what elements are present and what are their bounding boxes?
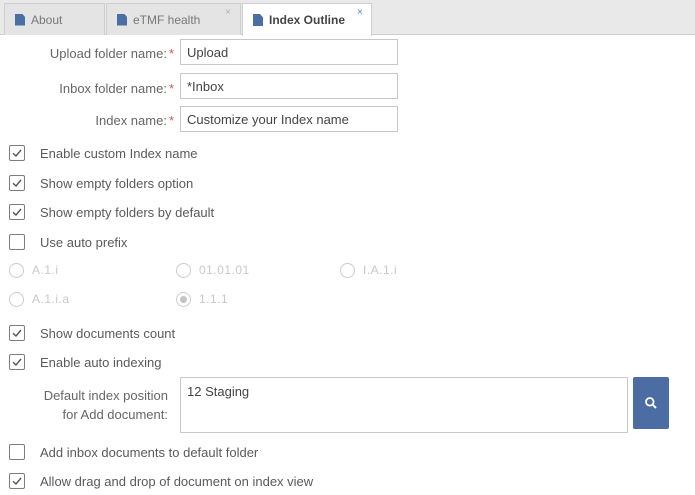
default-index-position-field[interactable]: 12 Staging: [180, 377, 628, 433]
radio-button[interactable]: [9, 291, 24, 307]
option-label: Show empty folders by default: [40, 204, 215, 220]
required-mark: *: [168, 113, 174, 128]
option-label: Add inbox documents to default folder: [40, 444, 259, 460]
required-mark: *: [168, 81, 174, 96]
index-name-input[interactable]: Customize your Index name: [180, 106, 398, 132]
inbox-folder-label: Inbox folder name: *: [10, 81, 174, 96]
checkbox[interactable]: [9, 444, 25, 460]
label-line: Default index position: [43, 388, 168, 403]
show-empty-folders-by-default-option[interactable]: Show empty folders by default: [9, 203, 214, 221]
index-name-value: Customize your Index name: [187, 111, 349, 127]
radio-button[interactable]: [340, 262, 355, 278]
check-icon: [12, 149, 22, 158]
tab-label: Index Outline: [269, 13, 346, 27]
document-icon: [117, 13, 127, 26]
prefix-format-radio[interactable]: A.1.i.a: [9, 291, 70, 307]
checkbox[interactable]: [9, 325, 25, 341]
search-icon: [645, 397, 657, 409]
close-icon[interactable]: ×: [357, 7, 363, 18]
prefix-format-radio-selected[interactable]: 1.1.1: [176, 291, 228, 307]
radio-label: A.1.i.a: [32, 292, 70, 306]
radio-label: A.1.i: [32, 263, 59, 277]
radio-button[interactable]: [176, 291, 191, 307]
upload-folder-value: Upload: [187, 44, 229, 60]
tab-about[interactable]: About: [4, 3, 105, 35]
prefix-format-radio[interactable]: A.1.i: [9, 262, 59, 278]
tab-index-outline[interactable]: Index Outline ×: [242, 3, 372, 36]
checkbox[interactable]: [9, 204, 25, 220]
default-index-position-label: Default index position for Add document:: [8, 386, 168, 424]
required-mark: *: [168, 46, 174, 61]
enable-auto-indexing-option[interactable]: Enable auto indexing: [9, 353, 161, 371]
radio-label: I.A.1.i: [363, 263, 398, 277]
upload-folder-label-text: Upload folder name:: [49, 46, 167, 61]
option-label: Use auto prefix: [40, 234, 128, 250]
default-index-position-value: 12 Staging: [187, 384, 250, 399]
show-empty-folders-option[interactable]: Show empty folders option: [9, 174, 193, 192]
add-inbox-documents-option[interactable]: Add inbox documents to default folder: [9, 443, 258, 461]
check-icon: [12, 358, 22, 367]
inbox-folder-value: *Inbox: [187, 78, 224, 94]
check-icon: [12, 179, 22, 188]
checkbox[interactable]: [9, 234, 25, 250]
inbox-folder-label-text: Inbox folder name:: [59, 81, 167, 96]
prefix-format-radio[interactable]: 01.01.01: [176, 262, 250, 278]
check-icon: [12, 208, 22, 217]
radio-button[interactable]: [176, 262, 191, 278]
label-line: for Add document:: [62, 407, 168, 422]
radio-dot-icon: [180, 295, 187, 303]
radio-button[interactable]: [9, 262, 24, 278]
document-icon: [253, 14, 263, 26]
check-icon: [12, 329, 22, 338]
close-icon[interactable]: ×: [225, 7, 231, 18]
upload-folder-label: Upload folder name: *: [10, 46, 174, 61]
checkbox[interactable]: [9, 175, 25, 191]
checkbox[interactable]: [9, 354, 25, 370]
index-name-label-text: Index name:: [95, 113, 167, 128]
tab-etmf-health[interactable]: eTMF health ×: [106, 3, 241, 35]
upload-folder-input[interactable]: Upload: [180, 39, 398, 65]
checkbox[interactable]: [9, 473, 25, 489]
option-label: Allow drag and drop of document on index…: [40, 473, 314, 489]
option-label: Show empty folders option: [40, 175, 194, 191]
search-button[interactable]: [633, 377, 669, 429]
option-label: Enable custom Index name: [40, 145, 198, 161]
check-icon: [12, 477, 22, 486]
radio-label: 1.1.1: [199, 292, 229, 306]
option-label: Enable auto indexing: [40, 354, 162, 370]
tab-label: eTMF health: [133, 12, 201, 27]
show-documents-count-option[interactable]: Show documents count: [9, 324, 175, 342]
tab-bar: About eTMF health × Index Outline ×: [0, 0, 695, 36]
allow-drag-drop-option[interactable]: Allow drag and drop of document on index…: [9, 472, 313, 490]
index-name-label: Index name: *: [10, 113, 174, 128]
prefix-format-radio[interactable]: I.A.1.i: [340, 262, 397, 278]
document-icon: [15, 13, 25, 26]
tab-label: About: [31, 12, 63, 27]
use-auto-prefix-option[interactable]: Use auto prefix: [9, 233, 127, 251]
option-label: Show documents count: [40, 325, 176, 341]
checkbox[interactable]: [9, 145, 25, 161]
radio-label: 01.01.01: [199, 263, 250, 277]
enable-custom-index-name-option[interactable]: Enable custom Index name: [9, 144, 198, 162]
inbox-folder-input[interactable]: *Inbox: [180, 73, 398, 99]
